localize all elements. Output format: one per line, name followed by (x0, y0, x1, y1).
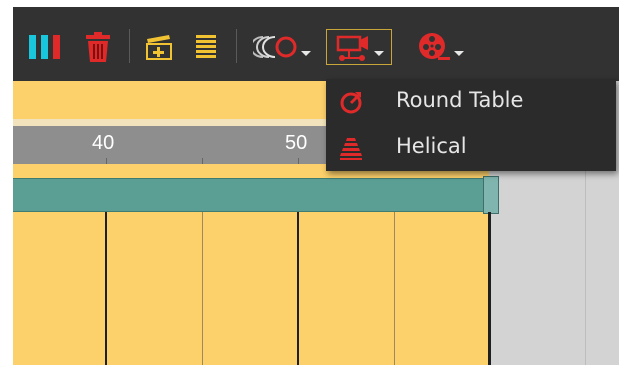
delete-button[interactable] (79, 29, 117, 65)
chevron-down-icon (454, 50, 464, 56)
frame-line (297, 212, 299, 365)
clapper-add-icon (146, 35, 172, 60)
timeline-end-marker (488, 212, 491, 365)
frame-line (394, 212, 395, 365)
menu-item-round-table[interactable]: Round Table (326, 79, 616, 125)
echo-circle-icon (253, 36, 297, 58)
columns-icon (29, 35, 60, 59)
toolbar-separator (236, 29, 237, 63)
frame-line (202, 212, 203, 365)
app-frame: 40 50 Round Table Helical (13, 7, 619, 365)
toolbar-separator (129, 29, 130, 63)
layers-button[interactable] (189, 29, 223, 65)
chevron-down-icon (374, 50, 384, 56)
trash-icon (86, 32, 110, 62)
menu-item-helical[interactable]: Helical (326, 125, 616, 171)
toolbar (13, 7, 619, 81)
clip-resize-handle[interactable] (483, 176, 499, 214)
film-reel-icon (419, 33, 450, 60)
timeline-clip[interactable] (13, 178, 485, 212)
layers-icon (196, 35, 216, 58)
columns-button[interactable] (27, 29, 63, 65)
menu-item-label: Round Table (396, 88, 524, 112)
menu-item-label: Helical (396, 134, 467, 158)
ruler-label-40: 40 (92, 132, 115, 154)
camera-path-dropdown-button[interactable] (326, 29, 392, 65)
echo-dropdown-button[interactable] (251, 29, 313, 65)
camera-path-menu: Round Table Helical (326, 79, 616, 171)
frame-line (105, 212, 107, 365)
camera-path-icon (336, 35, 368, 61)
round-table-icon (340, 92, 362, 114)
ruler-label-50: 50 (285, 132, 308, 154)
chevron-down-icon (301, 50, 311, 56)
film-reel-dropdown-button[interactable] (411, 29, 469, 65)
helical-icon (340, 138, 362, 160)
clapper-add-button[interactable] (141, 29, 177, 65)
